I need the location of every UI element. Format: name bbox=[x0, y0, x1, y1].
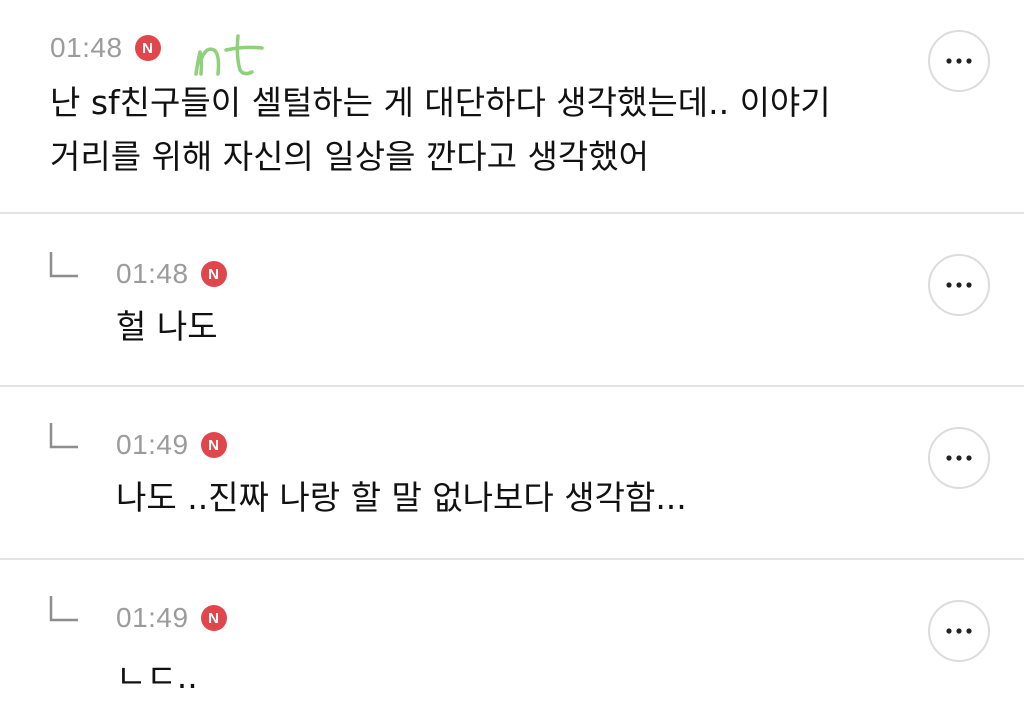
new-badge-icon: N bbox=[200, 261, 227, 287]
more-options-button[interactable] bbox=[928, 427, 990, 489]
comment-meta: 01:49 N bbox=[116, 429, 227, 461]
new-badge-icon: N bbox=[134, 35, 161, 61]
more-horizontal-icon bbox=[946, 58, 972, 64]
comment-timestamp: 01:48 bbox=[50, 32, 123, 63]
comment-line: ㄴㄷ.. bbox=[116, 657, 198, 696]
comment-timestamp: 01:49 bbox=[116, 429, 189, 460]
comment-body: 나도 ..진짜 나랑 할 말 없나보다 생각함... bbox=[116, 471, 687, 525]
reply-comment: 01:48 N 헐 나도 bbox=[0, 214, 1024, 386]
comment-timestamp: 01:49 bbox=[116, 602, 189, 633]
comment-body: 난 sf친구들이 셀털하는 게 대단하다 생각했는데.. 이야기 거리를 위해 … bbox=[50, 76, 831, 184]
comment: 01:48 N 난 sf친구들이 셀털하는 게 대단하다 생각했는데.. 이야기… bbox=[0, 0, 1024, 214]
comment-meta: 01:48 N bbox=[50, 32, 161, 64]
more-options-button[interactable] bbox=[928, 30, 990, 92]
comment-meta: 01:48 N bbox=[116, 258, 227, 290]
reply-indent-icon bbox=[49, 423, 78, 449]
more-options-button[interactable] bbox=[928, 600, 990, 662]
comment-thread: 01:48 N 난 sf친구들이 셀털하는 게 대단하다 생각했는데.. 이야기… bbox=[0, 0, 1024, 720]
comment-body: ㄴㄷ.. bbox=[116, 650, 198, 704]
comment-body: 헐 나도 bbox=[116, 300, 218, 354]
comment-line: 거리를 위해 자신의 일상을 깐다고 생각했어 bbox=[50, 137, 649, 176]
handwritten-note bbox=[194, 34, 264, 76]
reply-comment: 01:49 N 나도 ..진짜 나랑 할 말 없나보다 생각함... bbox=[0, 387, 1024, 559]
new-badge-icon: N bbox=[200, 432, 227, 458]
comment-meta: 01:49 N bbox=[116, 602, 227, 634]
new-badge-icon: N bbox=[200, 605, 227, 631]
reply-indent-icon bbox=[49, 252, 78, 278]
more-horizontal-icon bbox=[946, 455, 972, 461]
comment-line: 난 sf친구들이 셀털하는 게 대단하다 생각했는데.. 이야기 bbox=[50, 83, 831, 122]
reply-indent-icon bbox=[49, 596, 78, 622]
more-horizontal-icon bbox=[946, 282, 972, 288]
comment-timestamp: 01:48 bbox=[116, 258, 189, 289]
comment-line: 나도 ..진짜 나랑 할 말 없나보다 생각함... bbox=[116, 478, 687, 517]
comment-line: 헐 나도 bbox=[116, 307, 218, 346]
more-options-button[interactable] bbox=[928, 254, 990, 316]
more-horizontal-icon bbox=[946, 628, 972, 634]
reply-comment: 01:49 N ㄴㄷ.. bbox=[0, 560, 1024, 720]
